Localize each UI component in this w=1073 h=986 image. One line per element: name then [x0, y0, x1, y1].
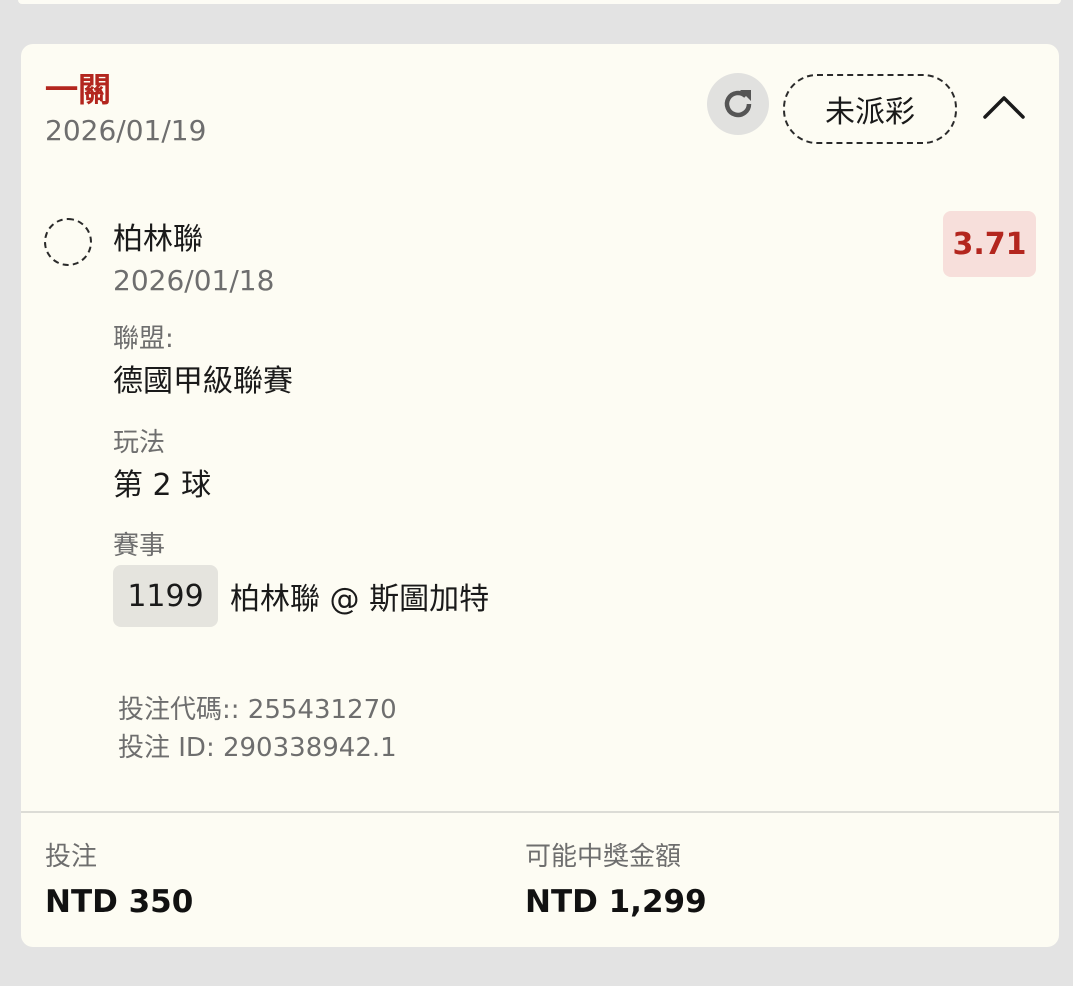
bet-card: 一關 2026/01/19 未派彩 柏林聯 2026/01/18 3.71 聯盟… [21, 44, 1059, 947]
stake-value: NTD 350 [45, 884, 194, 920]
payout-value: NTD 1,299 [525, 884, 707, 920]
refresh-button[interactable] [707, 73, 769, 135]
stake-label: 投注 [45, 842, 98, 872]
selection-date: 2026/01/18 [113, 264, 275, 297]
selection-status-icon [44, 218, 92, 266]
league-value: 德國甲級聯賽 [113, 364, 293, 399]
payout-label: 可能中獎金額 [525, 842, 682, 872]
divider [21, 811, 1059, 813]
previous-card-edge [18, 0, 1061, 4]
event-name: 柏林聯 @ 斯圖加特 [230, 582, 490, 617]
league-label: 聯盟: [113, 324, 174, 354]
bet-date: 2026/01/19 [45, 114, 207, 147]
status-badge: 未派彩 [783, 74, 957, 144]
bet-id: 投注 ID: 290338942.1 [118, 733, 397, 763]
odds-badge: 3.71 [943, 211, 1036, 277]
selection-name: 柏林聯 [113, 222, 203, 257]
event-label: 賽事 [113, 531, 166, 561]
event-row: 1199 柏林聯 @ 斯圖加特 [113, 565, 489, 627]
chevron-up-icon [983, 96, 1025, 119]
event-code-badge: 1199 [113, 565, 218, 627]
collapse-button[interactable] [979, 82, 1029, 132]
bet-code: 投注代碼:: 255431270 [118, 695, 397, 725]
top-strip [0, 0, 1073, 8]
bet-type-label: 玩法 [113, 428, 166, 458]
bet-type-title: 一關 [45, 70, 111, 109]
bet-type-value: 第 2 球 [113, 468, 212, 503]
refresh-icon [724, 90, 752, 118]
